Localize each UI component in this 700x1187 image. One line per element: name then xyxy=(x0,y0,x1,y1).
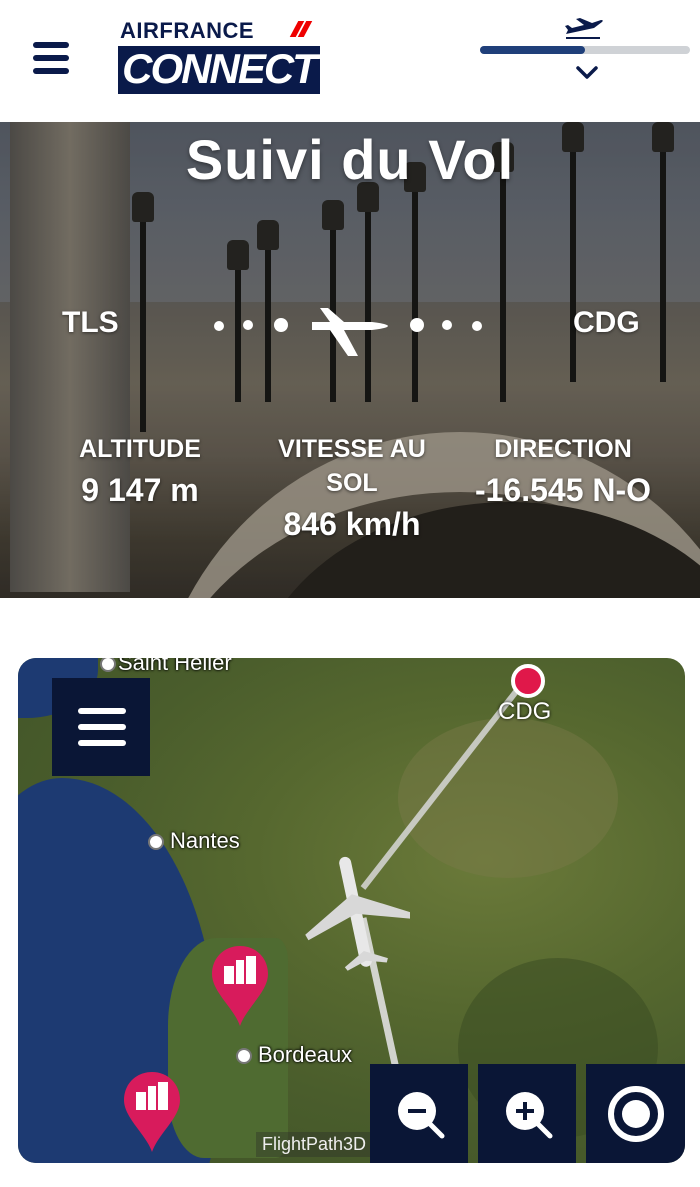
poi-landmark-icon[interactable] xyxy=(122,1070,182,1154)
ground-speed-stat: VITESSE AU SOL 846 km/h xyxy=(262,432,442,544)
destination-marker[interactable] xyxy=(511,664,545,698)
progress-track xyxy=(480,46,690,54)
direction-stat: DIRECTION -16.545 N-O xyxy=(452,432,674,510)
direction-value: -16.545 N-O xyxy=(474,472,652,508)
altitude-stat: ALTITUDE 9 147 m xyxy=(60,432,220,510)
chevron-down-icon[interactable] xyxy=(576,66,598,80)
menu-icon[interactable] xyxy=(33,42,71,74)
logo-brand-bottom: CONNECT xyxy=(122,45,318,92)
logo-brand-top: AIRFRANCE xyxy=(120,18,255,43)
airplane-icon xyxy=(312,308,388,356)
zoom-in-icon xyxy=(506,1092,553,1139)
app-header: AIRFRANCE CONNECT xyxy=(0,0,700,122)
flight-map[interactable]: Saint Helier Nantes Bordeaux CDG FlightP… xyxy=(18,658,685,1163)
recenter-button[interactable] xyxy=(586,1064,685,1163)
city-saint-helier: Saint Helier xyxy=(118,658,232,675)
altitude-value: 9 147 m xyxy=(81,472,199,508)
zoom-out-button[interactable] xyxy=(370,1064,468,1163)
plane-icon xyxy=(565,18,603,39)
recenter-icon xyxy=(608,1086,664,1142)
destination-airport: CDG xyxy=(573,306,640,339)
zoom-in-button[interactable] xyxy=(478,1064,576,1163)
progress-fill xyxy=(480,46,585,54)
ground-speed-label: VITESSE AU SOL xyxy=(278,435,426,497)
altitude-label: ALTITUDE xyxy=(79,435,201,463)
aircraft-position-icon xyxy=(305,856,410,971)
flight-hero-banner: Suivi du Vol TLS CDG ALTITUDE 9 147 m VI… xyxy=(0,122,700,598)
zoom-out-icon xyxy=(398,1092,445,1139)
page-title: Suivi du Vol xyxy=(185,128,515,191)
city-bordeaux: Bordeaux xyxy=(258,1042,353,1067)
route-indicator: TLS CDG xyxy=(0,306,700,366)
origin-airport: TLS xyxy=(62,306,119,339)
map-menu-button[interactable] xyxy=(52,678,150,776)
ground-speed-value: 846 km/h xyxy=(283,506,421,542)
map-attribution: FlightPath3D xyxy=(256,1132,373,1157)
air-france-connect-logo: AIRFRANCE CONNECT xyxy=(118,18,322,96)
flight-progress xyxy=(480,14,690,94)
poi-landmark-icon[interactable] xyxy=(210,944,270,1028)
city-nantes: Nantes xyxy=(170,828,240,853)
direction-label: DIRECTION xyxy=(494,435,632,463)
map-destination-label: CDG xyxy=(498,698,552,725)
